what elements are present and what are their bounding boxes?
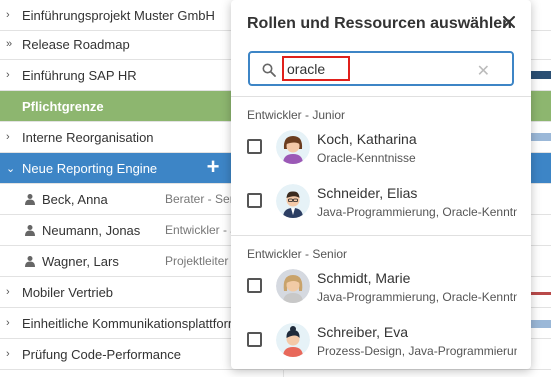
project-name: Einführung SAP HR [22,67,137,83]
search-field[interactable]: ✕ [248,51,514,86]
resource-option[interactable]: Schneider, Elias Java-Programmierung, Or… [231,177,531,227]
resource-option[interactable]: Schmidt, Marie Java-Programmierung, Orac… [231,262,531,312]
resource-name: Beck, Anna [42,191,108,207]
chevron-right-icon[interactable]: › [6,131,16,143]
resource-checkbox[interactable] [247,332,262,347]
project-name: Prüfung Code-Performance [22,346,181,362]
avatar [276,184,310,218]
chevron-right-icon[interactable]: › [6,69,16,81]
resource-name: Wagner, Lars [42,253,119,269]
resource-name: Schreiber, Eva [317,324,409,340]
dialog-title: Rollen und Ressourcen auswählen [247,15,512,32]
search-icon [262,63,276,77]
divider [231,235,531,236]
resource-name: Schneider, Elias [317,185,418,201]
resource-skills: Java-Programmierung, Oracle-Kenntnisse [317,290,517,304]
group-label: Entwickler - Junior [247,108,346,122]
person-icon [25,256,35,267]
resource-checkbox[interactable] [247,193,262,208]
divider [231,96,531,97]
resource-name: Koch, Katharina [317,131,417,147]
clear-search-icon[interactable]: ✕ [477,61,490,81]
resource-skills: Java-Programmierung, Oracle-Kenntnisse [317,205,517,219]
chevron-right-icon[interactable]: › [6,348,16,360]
project-name: Interne Reorganisation [22,129,154,145]
avatar [276,130,310,164]
project-name: Einführungsprojekt Muster GmbH [22,7,215,23]
chevron-right-icon[interactable]: › [6,9,16,21]
chevron-right-icon[interactable]: › [6,317,16,329]
chevron-right-icon[interactable]: › [6,286,16,298]
person-icon [25,225,35,236]
resource-checkbox[interactable] [247,139,262,154]
resource-option[interactable]: Koch, Katharina Oracle-Kenntnisse [231,123,531,173]
group-label: Entwickler - Senior [247,247,348,261]
resource-skills: Oracle-Kenntnisse [317,151,416,165]
close-icon[interactable] [501,14,517,30]
chevron-down-icon[interactable]: ⌄ [6,162,16,175]
resource-name: Schmidt, Marie [317,270,411,286]
add-resource-button[interactable]: + [202,156,224,178]
milestone-name: Pflichtgrenze [22,98,104,114]
resource-name: Neumann, Jonas [42,222,141,238]
search-input[interactable] [282,56,350,81]
project-name: Einheitliche Kommunikationsplattform [22,315,239,331]
resource-checkbox[interactable] [247,278,262,293]
person-icon [25,194,35,205]
double-chevron-icon[interactable]: » [6,38,16,50]
resource-selection-dialog: Rollen und Ressourcen auswählen ✕ Entwic… [231,0,531,369]
resource-skills: Prozess-Design, Java-Programmierung [317,344,517,358]
resource-option[interactable]: Schreiber, Eva Prozess-Design, Java-Prog… [231,316,531,366]
project-name: Neue Reporting Engine [22,160,158,176]
avatar [276,323,310,357]
project-name: Mobiler Vertrieb [22,284,114,300]
project-name: Release Roadmap [22,36,130,52]
avatar [276,269,310,303]
resource-role: Projektleiter [165,254,229,268]
